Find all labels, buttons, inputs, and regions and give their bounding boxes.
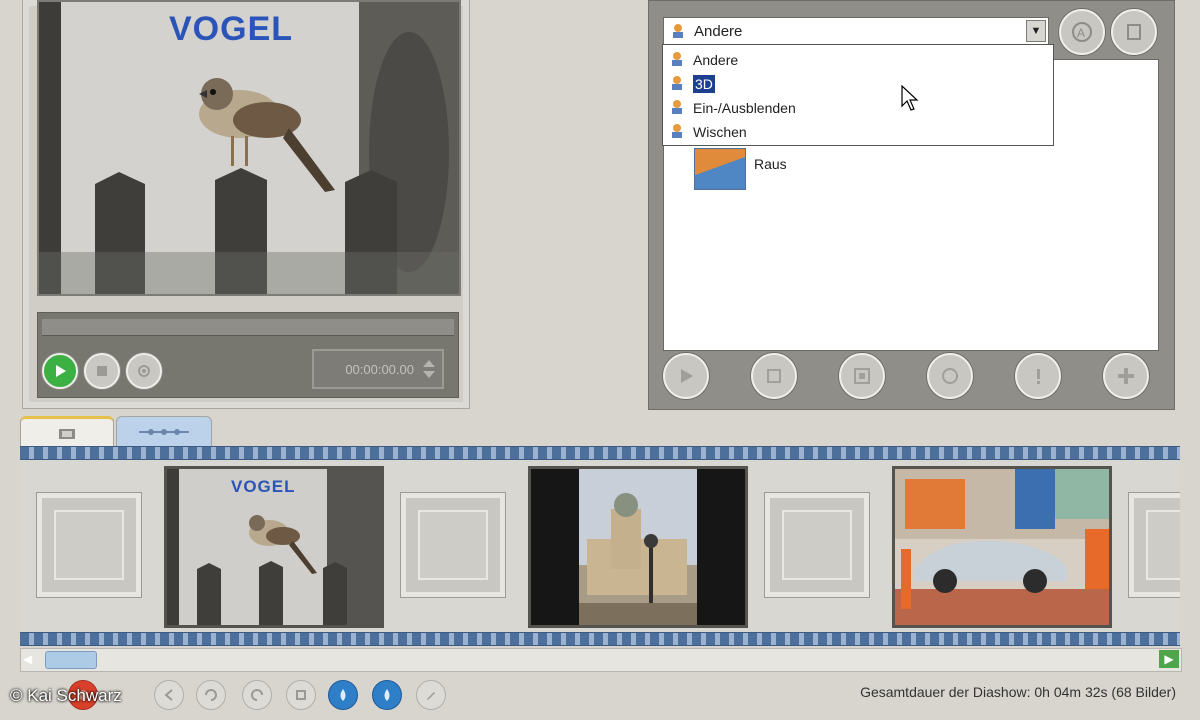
play-icon (56, 365, 66, 377)
info-button[interactable] (1015, 353, 1061, 399)
transition-placeholder-icon (1146, 510, 1180, 580)
tab-timeline[interactable] (116, 416, 212, 447)
mouse-cursor-icon (901, 85, 919, 111)
category-icon (672, 124, 682, 138)
chevron-down-icon[interactable]: ▼ (1026, 20, 1046, 42)
filmstrip-scrollbar[interactable]: ◀ ▶ (20, 648, 1182, 672)
church-thumbnail (531, 469, 745, 625)
svg-text:A: A (1077, 26, 1085, 40)
transition-label-raus[interactable]: Raus (754, 156, 787, 172)
scroll-left-icon[interactable]: ◀ (23, 652, 35, 666)
transition-thumbnail-raus[interactable] (694, 148, 746, 190)
rotate-right-button[interactable] (372, 680, 402, 710)
drop-icon (384, 689, 390, 701)
select-value: Andere (694, 23, 743, 40)
tab-storyboard[interactable] (20, 416, 114, 449)
slide-thumbnail-car[interactable] (892, 466, 1112, 628)
apply-all-icon (854, 368, 870, 384)
drop-icon (340, 689, 346, 701)
slide-thumbnail-sparrow[interactable]: VOGEL (164, 466, 384, 628)
effects-icon (1127, 24, 1141, 40)
undo-button[interactable] (196, 680, 226, 710)
car-thumbnail (895, 469, 1109, 625)
preview-panel: VOGEL 00:00:00.00 (22, 0, 470, 409)
redo-icon (251, 689, 263, 701)
dropdown-item-ein-ausblenden[interactable]: Ein-/Ausblenden (693, 99, 796, 117)
random-icon (942, 368, 958, 384)
apply-icon (767, 369, 781, 383)
playback-progress-track[interactable] (42, 319, 454, 336)
storyboard-icon (59, 429, 75, 439)
timeline-icon (139, 429, 189, 435)
play-transition-icon (681, 369, 693, 383)
copyright-watermark: © Kai Schwarz (10, 686, 122, 705)
move-left-button[interactable] (154, 680, 184, 710)
category-icon (673, 24, 683, 38)
apply-transition-button[interactable] (751, 353, 797, 399)
random-transition-button[interactable] (927, 353, 973, 399)
pencil-icon (427, 692, 435, 700)
category-dropdown-list: Andere 3D Ein-/Ausblenden Wischen (662, 44, 1054, 146)
info-icon (1037, 369, 1040, 384)
film-perforation-top (20, 446, 1180, 460)
edit-button[interactable] (416, 680, 446, 710)
film-perforation-bottom (20, 632, 1180, 646)
settings-icon (138, 365, 150, 377)
crop-icon (296, 690, 306, 700)
options-button[interactable] (126, 353, 162, 389)
transition-placeholder-icon (782, 510, 852, 580)
text-icon: A (1072, 22, 1092, 42)
transition-placeholder-icon (54, 510, 124, 580)
play-button[interactable] (42, 353, 78, 389)
playback-controls: 00:00:00.00 (37, 312, 459, 398)
transition-slot[interactable] (400, 492, 506, 598)
scroll-right-icon[interactable]: ▶ (1159, 650, 1179, 668)
time-spinner-icon[interactable] (422, 358, 436, 380)
category-icon (672, 52, 682, 66)
slideshow-duration-status: Gesamtdauer der Diashow: 0h 04m 32s (68 … (860, 684, 1176, 700)
transition-placeholder-icon (418, 510, 488, 580)
undo-icon (205, 689, 217, 701)
time-value: 00:00:00.00 (345, 361, 414, 377)
dropdown-item-3d[interactable]: 3D (693, 75, 715, 93)
slide-thumbnail-church[interactable] (528, 466, 748, 628)
scrollbar-thumb[interactable] (45, 651, 97, 669)
rotate-left-button[interactable] (328, 680, 358, 710)
filmstrip: VOGEL (20, 446, 1180, 646)
text-tool-button[interactable]: A (1059, 9, 1105, 55)
effects-button[interactable] (1111, 9, 1157, 55)
vogel-logo-thumbnail: VOGEL (231, 477, 296, 496)
transition-slot[interactable] (764, 492, 870, 598)
time-display[interactable]: 00:00:00.00 (312, 349, 444, 389)
redo-button[interactable] (242, 680, 272, 710)
stop-icon (97, 366, 107, 376)
dropdown-item-wischen[interactable]: Wischen (693, 123, 747, 141)
arrow-left-icon (164, 689, 173, 701)
dropdown-item-andere[interactable]: Andere (693, 51, 738, 69)
add-transition-button[interactable] (1103, 353, 1149, 399)
preview-image: VOGEL (37, 0, 461, 296)
category-icon (672, 100, 682, 114)
stop-button[interactable] (84, 353, 120, 389)
preview-transition-button[interactable] (663, 353, 709, 399)
transition-slot[interactable] (36, 492, 142, 598)
plus-icon (1118, 368, 1134, 384)
apply-all-button[interactable] (839, 353, 885, 399)
transition-slot[interactable] (1128, 492, 1180, 598)
transition-category-select[interactable]: Andere ▼ (663, 17, 1049, 45)
category-icon (672, 76, 682, 90)
crop-button[interactable] (286, 680, 316, 710)
vogel-logo: VOGEL (169, 10, 294, 48)
